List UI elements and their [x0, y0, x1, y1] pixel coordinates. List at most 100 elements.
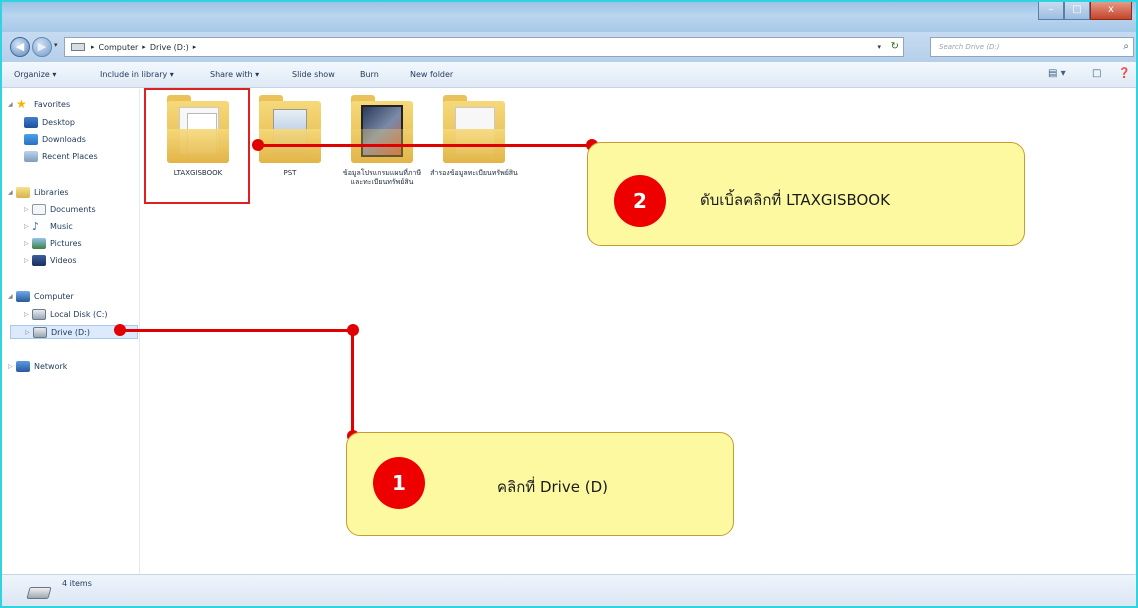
search-icon[interactable]: ⌕ [1123, 41, 1129, 52]
collapse-arrow-icon[interactable]: ▷ [24, 223, 32, 230]
nav-label: Downloads [42, 134, 86, 144]
computer-icon [16, 290, 30, 302]
connector-line-step2 [258, 144, 592, 147]
nav-label: Videos [50, 255, 77, 265]
downloads-icon [24, 133, 38, 145]
connector-dot [114, 324, 126, 336]
explorer-window: – □ x ◀ ▶ ▾ ▸ Computer ▸ Drive (D:) ▸ ▾ … [0, 0, 1138, 608]
collapse-arrow-icon[interactable]: ▷ [24, 311, 32, 318]
connector-line-step1-vertical [351, 329, 354, 437]
expand-arrow-icon[interactable]: ◢ [8, 189, 16, 196]
folder-name: ข้อมูลโปรแกรมแผนที่ภาษีและทะเบียนทรัพย์ส… [342, 169, 422, 186]
folder-icon [259, 95, 321, 163]
folder-name: สำรองข้อมูลทะเบียนทรัพย์สิน [430, 169, 518, 177]
change-view-icon[interactable]: ▤ ▾ [1048, 68, 1066, 79]
music-icon: ♪ [32, 219, 40, 233]
address-dropdown-icon[interactable]: ▾ [877, 43, 881, 51]
search-input[interactable]: Search Drive (D:) ⌕ [930, 37, 1134, 57]
nav-local-disk-c[interactable]: ▷ Local Disk (C:) [24, 307, 108, 321]
nav-recent-places[interactable]: Recent Places [24, 149, 98, 163]
expand-arrow-icon[interactable]: ◢ [8, 293, 16, 300]
folder-name: PST [283, 169, 297, 177]
libraries-icon [16, 186, 30, 198]
nav-label: Recent Places [42, 151, 98, 161]
collapse-arrow-icon[interactable]: ▷ [25, 329, 33, 336]
nav-label: Music [50, 221, 73, 231]
drive-icon [71, 43, 85, 51]
nav-label: Local Disk (C:) [50, 309, 108, 319]
address-row: ◀ ▶ ▾ ▸ Computer ▸ Drive (D:) ▸ ▾ ↻ Sear… [2, 32, 1136, 62]
nav-videos[interactable]: ▷ Videos [24, 253, 77, 267]
folder-icon [351, 95, 413, 163]
include-in-library-menu[interactable]: Include in library ▾ [100, 70, 174, 79]
nav-desktop[interactable]: Desktop [24, 115, 75, 129]
instruction-text: คลิกที่ Drive (D) [497, 478, 608, 496]
new-folder-button[interactable]: New folder [410, 70, 453, 79]
step-number-badge: 1 [373, 457, 425, 509]
local-disk-icon [32, 308, 46, 320]
collapse-arrow-icon[interactable]: ▷ [24, 206, 32, 213]
nav-libraries[interactable]: ◢ Libraries [8, 185, 69, 199]
organize-menu[interactable]: Organize ▾ [14, 70, 56, 79]
nav-label: Network [34, 361, 68, 371]
collapse-arrow-icon[interactable]: ▷ [24, 257, 32, 264]
help-icon[interactable]: ❓ [1118, 68, 1130, 79]
folder-item[interactable]: สำรองข้อมูลทะเบียนทรัพย์สิน [429, 95, 519, 215]
collapse-arrow-icon[interactable]: ▷ [8, 363, 16, 370]
maximize-button[interactable]: □ [1064, 2, 1090, 20]
nav-favorites[interactable]: ◢ ★ Favorites [8, 97, 70, 111]
nav-label: Favorites [34, 99, 71, 109]
network-icon [16, 360, 30, 372]
close-button[interactable]: x [1090, 2, 1132, 20]
share-with-menu[interactable]: Share with ▾ [210, 70, 259, 79]
instruction-callout-step1: 1 คลิกที่ Drive (D) [346, 432, 734, 536]
star-icon: ★ [16, 96, 27, 111]
nav-pictures[interactable]: ▷ Pictures [24, 236, 82, 250]
nav-label: Pictures [50, 238, 82, 248]
pictures-icon [32, 237, 46, 249]
nav-label: Libraries [34, 187, 69, 197]
breadcrumb-computer[interactable]: Computer [99, 43, 139, 52]
burn-button[interactable]: Burn [360, 70, 379, 79]
connector-dot [252, 139, 264, 151]
status-bar: 4 items [2, 574, 1136, 606]
step-number-badge: 2 [614, 175, 666, 227]
nav-network[interactable]: ▷ Network [8, 359, 67, 373]
connector-dot [347, 324, 359, 336]
chevron-right-icon[interactable]: ▸ [193, 43, 197, 51]
minimize-button[interactable]: – [1038, 2, 1064, 20]
nav-label: Desktop [42, 117, 75, 127]
window-title [602, 12, 782, 22]
forward-arrow-icon[interactable]: ▶ [32, 37, 52, 57]
folder-icon [443, 95, 505, 163]
folder-item[interactable]: ข้อมูลโปรแกรมแผนที่ภาษีและทะเบียนทรัพย์ส… [337, 95, 427, 215]
instruction-text: ดับเบิ้ลคลิกที่ LTAXGISBOOK [700, 191, 890, 209]
breadcrumb-drive-d[interactable]: Drive (D:) [150, 43, 189, 52]
collapse-arrow-icon[interactable]: ▷ [24, 240, 32, 247]
address-bar[interactable]: ▸ Computer ▸ Drive (D:) ▸ ▾ ↻ [64, 37, 904, 57]
preview-pane-icon[interactable]: □ [1092, 68, 1101, 79]
item-count: 4 items [62, 579, 92, 588]
instruction-callout-step2: 2 ดับเบิ้ลคลิกที่ LTAXGISBOOK [587, 142, 1025, 246]
nav-music[interactable]: ▷ ♪ Music [24, 219, 73, 233]
nav-documents[interactable]: ▷ Documents [24, 202, 96, 216]
drive-icon [26, 587, 52, 599]
title-bar: – □ x [2, 2, 1136, 32]
search-placeholder: Search Drive (D:) [939, 43, 1000, 51]
documents-icon [32, 203, 46, 215]
refresh-icon[interactable]: ↻ [891, 41, 899, 52]
chevron-right-icon[interactable]: ▸ [142, 43, 146, 51]
expand-arrow-icon[interactable]: ◢ [8, 101, 16, 108]
recent-pages-dropdown-icon[interactable]: ▾ [54, 41, 58, 49]
chevron-right-icon[interactable]: ▸ [91, 43, 95, 51]
desktop-icon [24, 116, 38, 128]
connector-line-step1 [120, 329, 354, 332]
command-bar: Organize ▾ Include in library ▾ Share wi… [2, 62, 1136, 88]
recent-places-icon [24, 150, 38, 162]
nav-downloads[interactable]: Downloads [24, 132, 86, 146]
back-arrow-icon[interactable]: ◀ [10, 37, 30, 57]
folder-item[interactable]: PST [245, 95, 335, 215]
folder-highlight-box [144, 88, 250, 204]
nav-computer[interactable]: ◢ Computer [8, 289, 74, 303]
slide-show-button[interactable]: Slide show [292, 70, 335, 79]
